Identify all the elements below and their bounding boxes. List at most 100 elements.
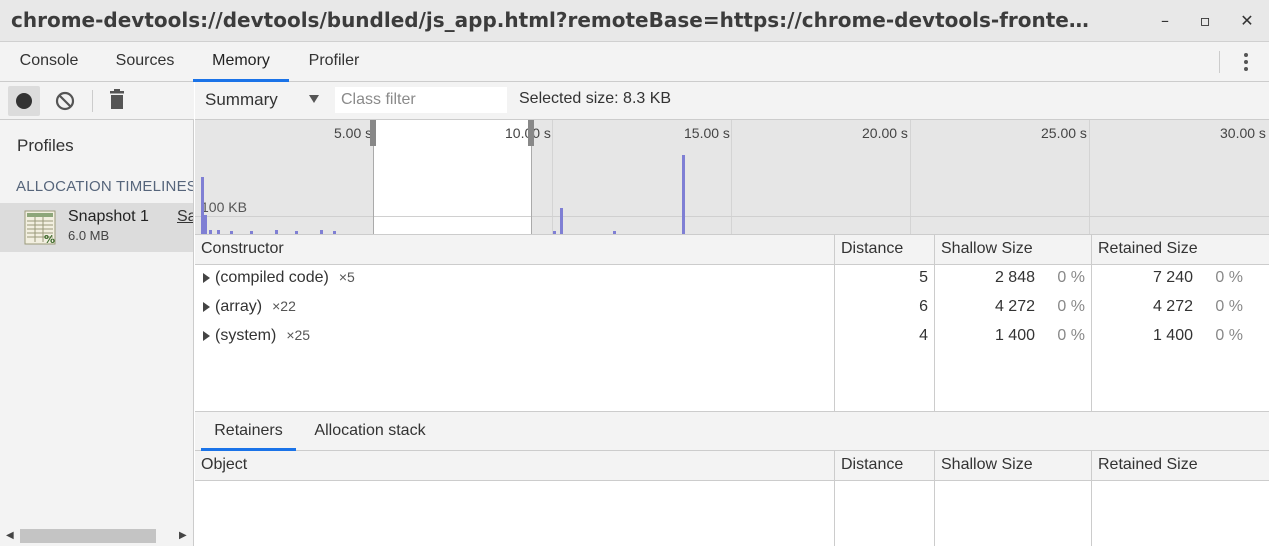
timeline-scale-label: 100 KB xyxy=(201,199,247,215)
retainers-table-header: Object Distance Shallow Size Retained Si… xyxy=(195,451,1269,481)
tab-memory[interactable]: Memory xyxy=(193,42,289,82)
profile-toolbar xyxy=(0,82,194,120)
column-header-retained-size[interactable]: Retained Size xyxy=(1092,235,1198,265)
minimize-button[interactable]: – xyxy=(1154,10,1176,32)
record-button[interactable] xyxy=(8,86,40,116)
column-header-distance[interactable]: Distance xyxy=(835,451,903,481)
snapshot-item[interactable]: % Snapshot 1 6.0 MB Save xyxy=(0,203,193,252)
clear-button[interactable] xyxy=(54,90,76,112)
allocation-bar xyxy=(682,155,685,234)
timeline-tick-label: 20.00 s xyxy=(862,125,908,141)
snapshot-icon: % xyxy=(24,210,56,246)
timeline-gridline xyxy=(1089,120,1090,234)
devtools-tabbar: Console Sources Memory Profiler xyxy=(0,42,1269,82)
scroll-right-icon[interactable]: ▶ xyxy=(179,530,187,541)
column-header-retained-size[interactable]: Retained Size xyxy=(1092,451,1198,481)
tab-retainers[interactable]: Retainers xyxy=(201,412,296,451)
allocation-timeline-overview[interactable]: 5.00 s 10.00 s 15.00 s 20.00 s 25.00 s 3… xyxy=(195,120,1269,235)
svg-text:%: % xyxy=(44,233,55,246)
expand-arrow-icon[interactable] xyxy=(203,302,210,312)
details-tabbar: Retainers Allocation stack xyxy=(195,411,1269,451)
collect-garbage-button[interactable] xyxy=(107,88,127,112)
close-button[interactable]: ✕ xyxy=(1236,10,1258,32)
retained-size-percent: 0 % xyxy=(1215,269,1243,286)
allocation-timelines-heading: ALLOCATION TIMELINES xyxy=(16,178,194,195)
record-icon xyxy=(16,93,32,109)
scroll-left-icon[interactable]: ◀ xyxy=(6,530,14,541)
selection-left-handle[interactable] xyxy=(370,120,376,146)
column-divider xyxy=(1091,451,1092,546)
timeline-gridline xyxy=(552,120,553,234)
distance-value: 4 xyxy=(919,327,928,344)
constructor-table: Constructor Distance Shallow Size Retain… xyxy=(195,235,1269,411)
shallow-size-percent: 0 % xyxy=(1057,298,1085,315)
class-filter-input[interactable] xyxy=(335,87,507,113)
retainers-table: Object Distance Shallow Size Retained Si… xyxy=(195,451,1269,546)
expand-arrow-icon[interactable] xyxy=(203,331,210,341)
column-header-distance[interactable]: Distance xyxy=(835,235,903,265)
tab-console[interactable]: Console xyxy=(6,42,92,82)
retained-size-value: 7 240 xyxy=(1152,269,1193,286)
instance-count: ×5 xyxy=(338,269,355,285)
trash-icon xyxy=(110,89,124,109)
timeline-gridline xyxy=(731,120,732,234)
timeline-tick-label: 15.00 s xyxy=(684,125,730,141)
selected-size: Selected size: 8.3 KB xyxy=(519,90,672,107)
window-title: chrome-devtools://devtools/bundled/js_ap… xyxy=(11,8,1089,32)
shallow-size-percent: 0 % xyxy=(1057,327,1085,344)
profiles-sidebar: Profiles ALLOCATION TIMELINES % Snapshot… xyxy=(0,120,194,546)
retained-size-percent: 0 % xyxy=(1215,298,1243,315)
column-header-constructor[interactable]: Constructor xyxy=(195,235,284,265)
view-select[interactable]: Summary xyxy=(205,90,278,110)
tab-sources[interactable]: Sources xyxy=(102,42,188,82)
retained-size-value: 1 400 xyxy=(1152,327,1193,344)
snapshot-save-link[interactable]: Save xyxy=(177,208,193,226)
column-header-shallow-size[interactable]: Shallow Size xyxy=(935,235,1033,265)
shallow-size-percent: 0 % xyxy=(1057,269,1085,286)
timeline-gridline xyxy=(910,120,911,234)
heap-toolbar: Summary Selected size: 8.3 KB xyxy=(195,82,1269,120)
shallow-size-value: 2 848 xyxy=(994,269,1035,286)
constructor-name: (system) xyxy=(215,327,277,344)
instance-count: ×22 xyxy=(272,298,296,314)
shallow-size-value: 1 400 xyxy=(994,327,1035,344)
expand-arrow-icon[interactable] xyxy=(203,273,210,283)
timeline-tick-label: 30.00 s xyxy=(1220,125,1266,141)
retained-size-value: 4 272 xyxy=(1152,298,1193,315)
scrollbar-thumb[interactable] xyxy=(20,529,156,543)
constructor-table-header: Constructor Distance Shallow Size Retain… xyxy=(195,235,1269,265)
timeline-tick-label: 25.00 s xyxy=(1041,125,1087,141)
window-titlebar: chrome-devtools://devtools/bundled/js_ap… xyxy=(0,0,1269,42)
constructor-name: (array) xyxy=(215,298,263,315)
timeline-tick-label: 5.00 s xyxy=(334,125,373,141)
table-row[interactable]: (system) ×25 4 1 400 0 % 1 400 0 % xyxy=(195,322,1269,351)
retained-size-percent: 0 % xyxy=(1215,327,1243,344)
dropdown-arrow-icon[interactable] xyxy=(309,95,319,103)
column-divider xyxy=(934,451,935,546)
block-icon xyxy=(55,91,75,111)
column-header-shallow-size[interactable]: Shallow Size xyxy=(935,451,1033,481)
sidebar-horizontal-scrollbar[interactable]: ◀ ▶ xyxy=(0,525,193,546)
constructor-name: (compiled code) xyxy=(215,269,329,286)
toolbar-divider xyxy=(92,90,93,112)
selection-right-handle[interactable] xyxy=(528,120,534,146)
table-row[interactable]: (array) ×22 6 4 272 0 % 4 272 0 % xyxy=(195,293,1269,322)
column-header-object[interactable]: Object xyxy=(195,451,247,481)
snapshot-name: Snapshot 1 xyxy=(68,208,149,225)
distance-value: 5 xyxy=(919,269,928,286)
tabbar-divider xyxy=(1219,51,1220,73)
allocation-bar xyxy=(560,208,563,234)
timeline-scale-line xyxy=(195,216,1269,217)
maximize-button[interactable]: ▫ xyxy=(1194,10,1216,32)
tab-allocation-stack[interactable]: Allocation stack xyxy=(301,412,439,451)
tab-profiler[interactable]: Profiler xyxy=(294,42,374,82)
allocation-bar xyxy=(204,215,207,234)
shallow-size-value: 4 272 xyxy=(994,298,1035,315)
snapshot-size: 6.0 MB xyxy=(68,228,110,243)
distance-value: 6 xyxy=(919,298,928,315)
profiles-heading: Profiles xyxy=(17,136,74,155)
more-options-icon[interactable] xyxy=(1236,50,1256,74)
column-divider xyxy=(834,451,835,546)
instance-count: ×25 xyxy=(286,327,311,343)
table-row[interactable]: (compiled code) ×5 5 2 848 0 % 7 240 0 % xyxy=(195,264,1269,293)
